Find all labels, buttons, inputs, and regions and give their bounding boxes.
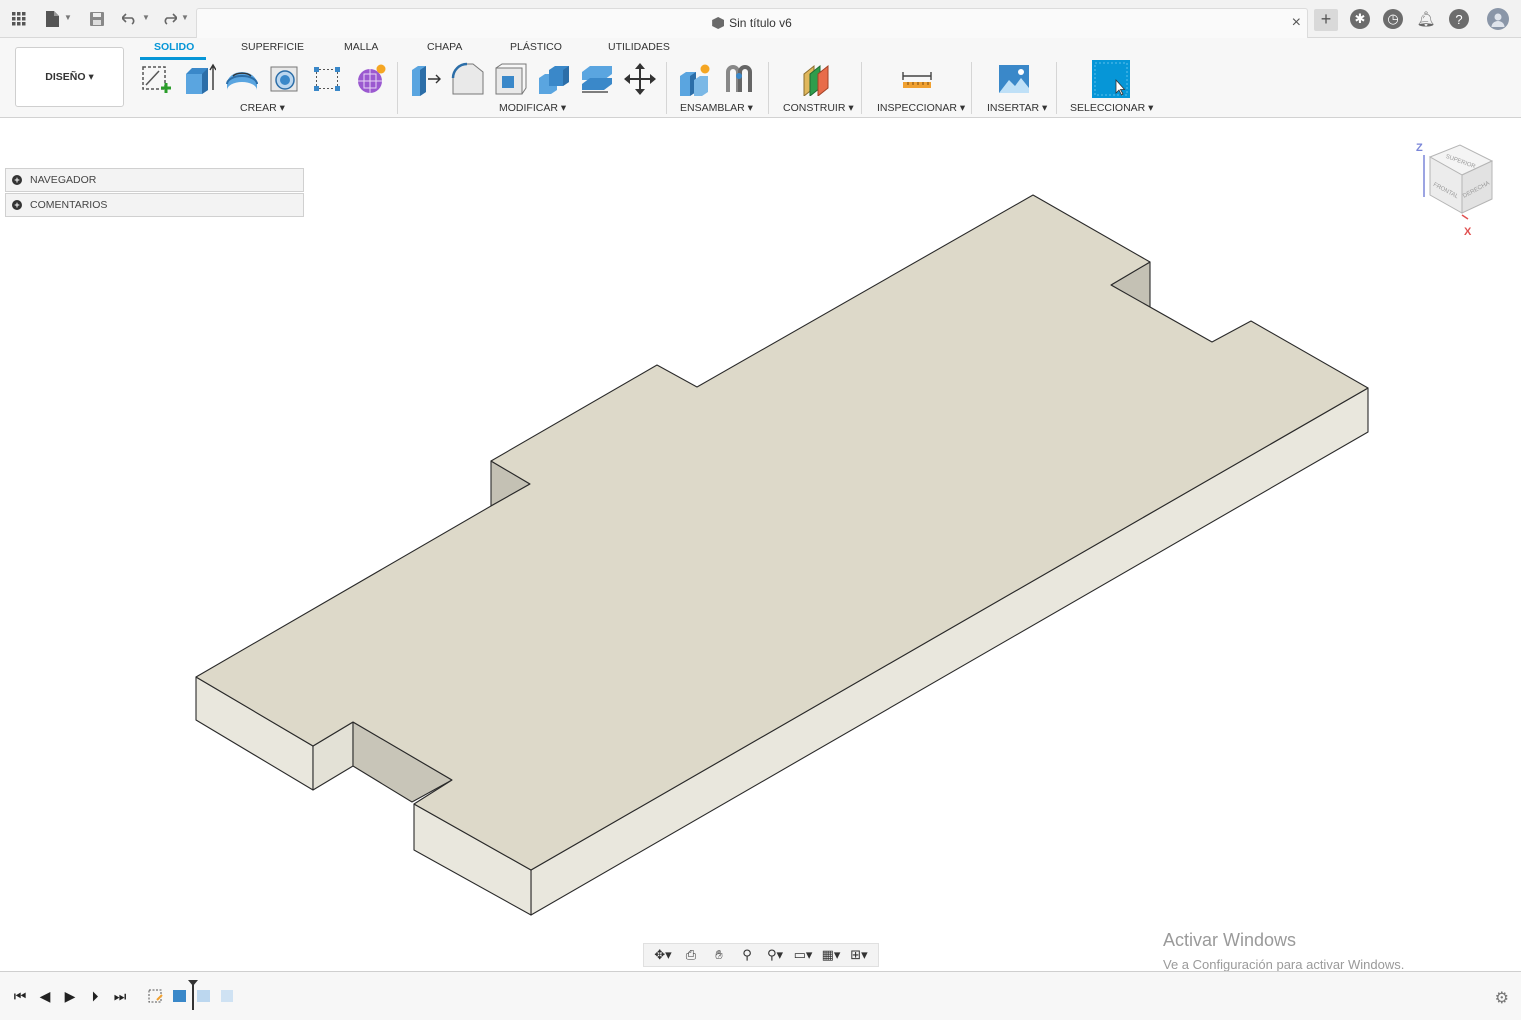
joint-icon[interactable]	[722, 62, 756, 96]
timeline-features[interactable]	[145, 980, 235, 1010]
go-to-end-icon[interactable]: ⏭︎	[112, 988, 128, 1004]
new-component-icon[interactable]	[678, 62, 712, 96]
user-avatar[interactable]	[1487, 8, 1509, 30]
ribbon-toolbar: DISEÑO ▾ SOLIDO SUPERFICIE MALLA CHAPA P…	[0, 38, 1521, 118]
timeline-feature-suppressed	[197, 990, 210, 1002]
active-tab-indicator	[140, 57, 206, 60]
expand-plus-icon[interactable]: +	[12, 200, 22, 210]
ribbon-separator	[1056, 62, 1057, 114]
comments-panel-row[interactable]: + COMENTARIOS	[5, 193, 304, 217]
tab-solido[interactable]: SOLIDO	[154, 41, 194, 53]
move-copy-icon[interactable]	[623, 62, 657, 96]
watermark-line-2: Ve a Configuración para activar Windows.	[1163, 957, 1405, 972]
watermark-line-1: Activar Windows	[1163, 930, 1297, 950]
x-axis-line	[1461, 214, 1469, 220]
pan-hand-icon[interactable]: ✋︎	[706, 946, 732, 964]
extrude-icon[interactable]	[182, 62, 216, 96]
tab-superficie[interactable]: SUPERFICIE	[241, 41, 304, 53]
navigator-panel-row[interactable]: + NAVEGADOR	[5, 168, 304, 192]
timeline-settings-gear-icon[interactable]: ⚙	[1495, 988, 1509, 1008]
z-axis-label: Z	[1416, 142, 1423, 154]
timeline-feature-suppressed	[221, 990, 233, 1002]
document-title-text: Sin título v6	[729, 16, 792, 30]
viewports-icon[interactable]: ⊞▾	[846, 946, 872, 964]
revolve-icon[interactable]	[225, 62, 259, 96]
group-construir-label[interactable]: CONSTRUIR ▾	[783, 102, 854, 114]
document-cube-icon	[712, 17, 725, 29]
fit-zoom-icon[interactable]: ⚲▾	[762, 946, 788, 964]
orbit-icon[interactable]: ✥▾	[650, 946, 676, 964]
navigation-toolbar: ✥▾ ⎙ ✋︎ ⚲ ⚲▾ ▭▾ ▦▾ ⊞▾	[643, 943, 879, 967]
redo-icon[interactable]	[159, 9, 179, 29]
close-tab-icon[interactable]: ×	[1292, 14, 1301, 32]
expand-plus-icon[interactable]: +	[12, 175, 22, 185]
comments-label: COMENTARIOS	[30, 199, 108, 211]
new-tab-button[interactable]: +	[1314, 9, 1338, 31]
group-inspeccionar-label[interactable]: INSPECCIONAR ▾	[877, 102, 965, 114]
create-sketch-icon[interactable]	[139, 62, 173, 96]
sweep-icon[interactable]	[268, 62, 302, 96]
redo-caret-icon[interactable]: ▼	[181, 13, 189, 22]
ribbon-separator	[666, 62, 667, 114]
notifications-bell-icon[interactable]: 🔔︎	[1416, 9, 1436, 29]
tab-utilidades[interactable]: UTILIDADES	[608, 41, 670, 53]
grid-settings-icon[interactable]: ▦▾	[818, 946, 844, 964]
app-grid-icon[interactable]	[9, 9, 29, 29]
go-to-start-icon[interactable]: ⏮︎	[12, 988, 28, 1004]
step-forward-icon[interactable]: ⏵︎	[87, 988, 103, 1004]
workspace-label: DISEÑO ▾	[45, 71, 94, 83]
ribbon-separator	[397, 62, 398, 114]
group-insertar-label[interactable]: INSERTAR ▾	[987, 102, 1047, 114]
play-icon[interactable]: ▶︎	[62, 988, 78, 1004]
create-form-icon[interactable]	[354, 62, 388, 96]
timeline-marker-head	[188, 980, 198, 986]
document-title: Sin título v6	[197, 16, 1307, 30]
offset-plane-icon[interactable]	[800, 62, 834, 96]
timeline-extrude-feature	[173, 990, 186, 1002]
display-settings-icon[interactable]: ▭▾	[790, 946, 816, 964]
tab-plastico[interactable]: PLÁSTICO	[510, 41, 562, 53]
press-pull-icon[interactable]	[408, 62, 442, 96]
measure-icon[interactable]	[900, 62, 934, 96]
save-icon[interactable]	[87, 9, 107, 29]
split-body-icon[interactable]	[580, 62, 614, 96]
file-menu-caret-icon[interactable]: ▼	[64, 13, 72, 22]
ribbon-separator	[861, 62, 862, 114]
x-axis-label: X	[1464, 226, 1472, 238]
shell-icon[interactable]	[494, 62, 528, 96]
ribbon-separator	[971, 62, 972, 114]
group-seleccionar-label[interactable]: SELECCIONAR ▾	[1070, 102, 1153, 114]
file-icon[interactable]	[42, 9, 62, 29]
undo-icon[interactable]	[120, 9, 140, 29]
timeline-sketch-feature	[148, 989, 162, 1003]
fillet-icon[interactable]	[451, 62, 485, 96]
tab-malla[interactable]: MALLA	[344, 41, 378, 53]
group-crear-label[interactable]: CREAR ▾	[240, 102, 285, 114]
document-tab[interactable]: Sin título v6 ×	[196, 8, 1308, 38]
application-bar: ▼ ▼ ▼ Sin título v6 × + ✱ ◷ 🔔︎ ?	[0, 0, 1521, 38]
select-icon[interactable]	[1092, 60, 1130, 98]
undo-caret-icon[interactable]: ▼	[142, 13, 150, 22]
zoom-icon[interactable]: ⚲	[734, 946, 760, 964]
workspace-switcher-button[interactable]: DISEÑO ▾	[15, 47, 124, 107]
group-modificar-label[interactable]: MODIFICAR ▾	[499, 102, 566, 114]
insert-image-icon[interactable]	[997, 62, 1031, 96]
windows-activation-watermark: Activar Windows Ve a Configuración para …	[1163, 930, 1404, 972]
step-back-icon[interactable]: ◀︎	[37, 988, 53, 1004]
pattern-icon[interactable]	[311, 62, 345, 96]
3d-viewport[interactable]: + NAVEGADOR + COMENTARIOS SUPERIOR FRONTAL…	[0, 119, 1521, 971]
model-canvas[interactable]	[0, 119, 1521, 971]
view-cube[interactable]: SUPERIOR FRONTAL DERECHA Z X	[1410, 139, 1510, 249]
help-icon[interactable]: ?	[1449, 9, 1469, 29]
ribbon-separator	[768, 62, 769, 114]
combine-icon[interactable]	[537, 62, 571, 96]
look-at-icon[interactable]: ⎙	[678, 946, 704, 964]
extensions-icon[interactable]: ✱	[1350, 9, 1370, 29]
group-ensamblar-label[interactable]: ENSAMBLAR ▾	[680, 102, 753, 114]
tab-chapa[interactable]: CHAPA	[427, 41, 462, 53]
navigator-label: NAVEGADOR	[30, 174, 97, 186]
timeline-bar: ⏮︎ ◀︎ ▶︎ ⏵︎ ⏭︎ ⚙	[0, 971, 1521, 1020]
job-status-icon[interactable]: ◷	[1383, 9, 1403, 29]
